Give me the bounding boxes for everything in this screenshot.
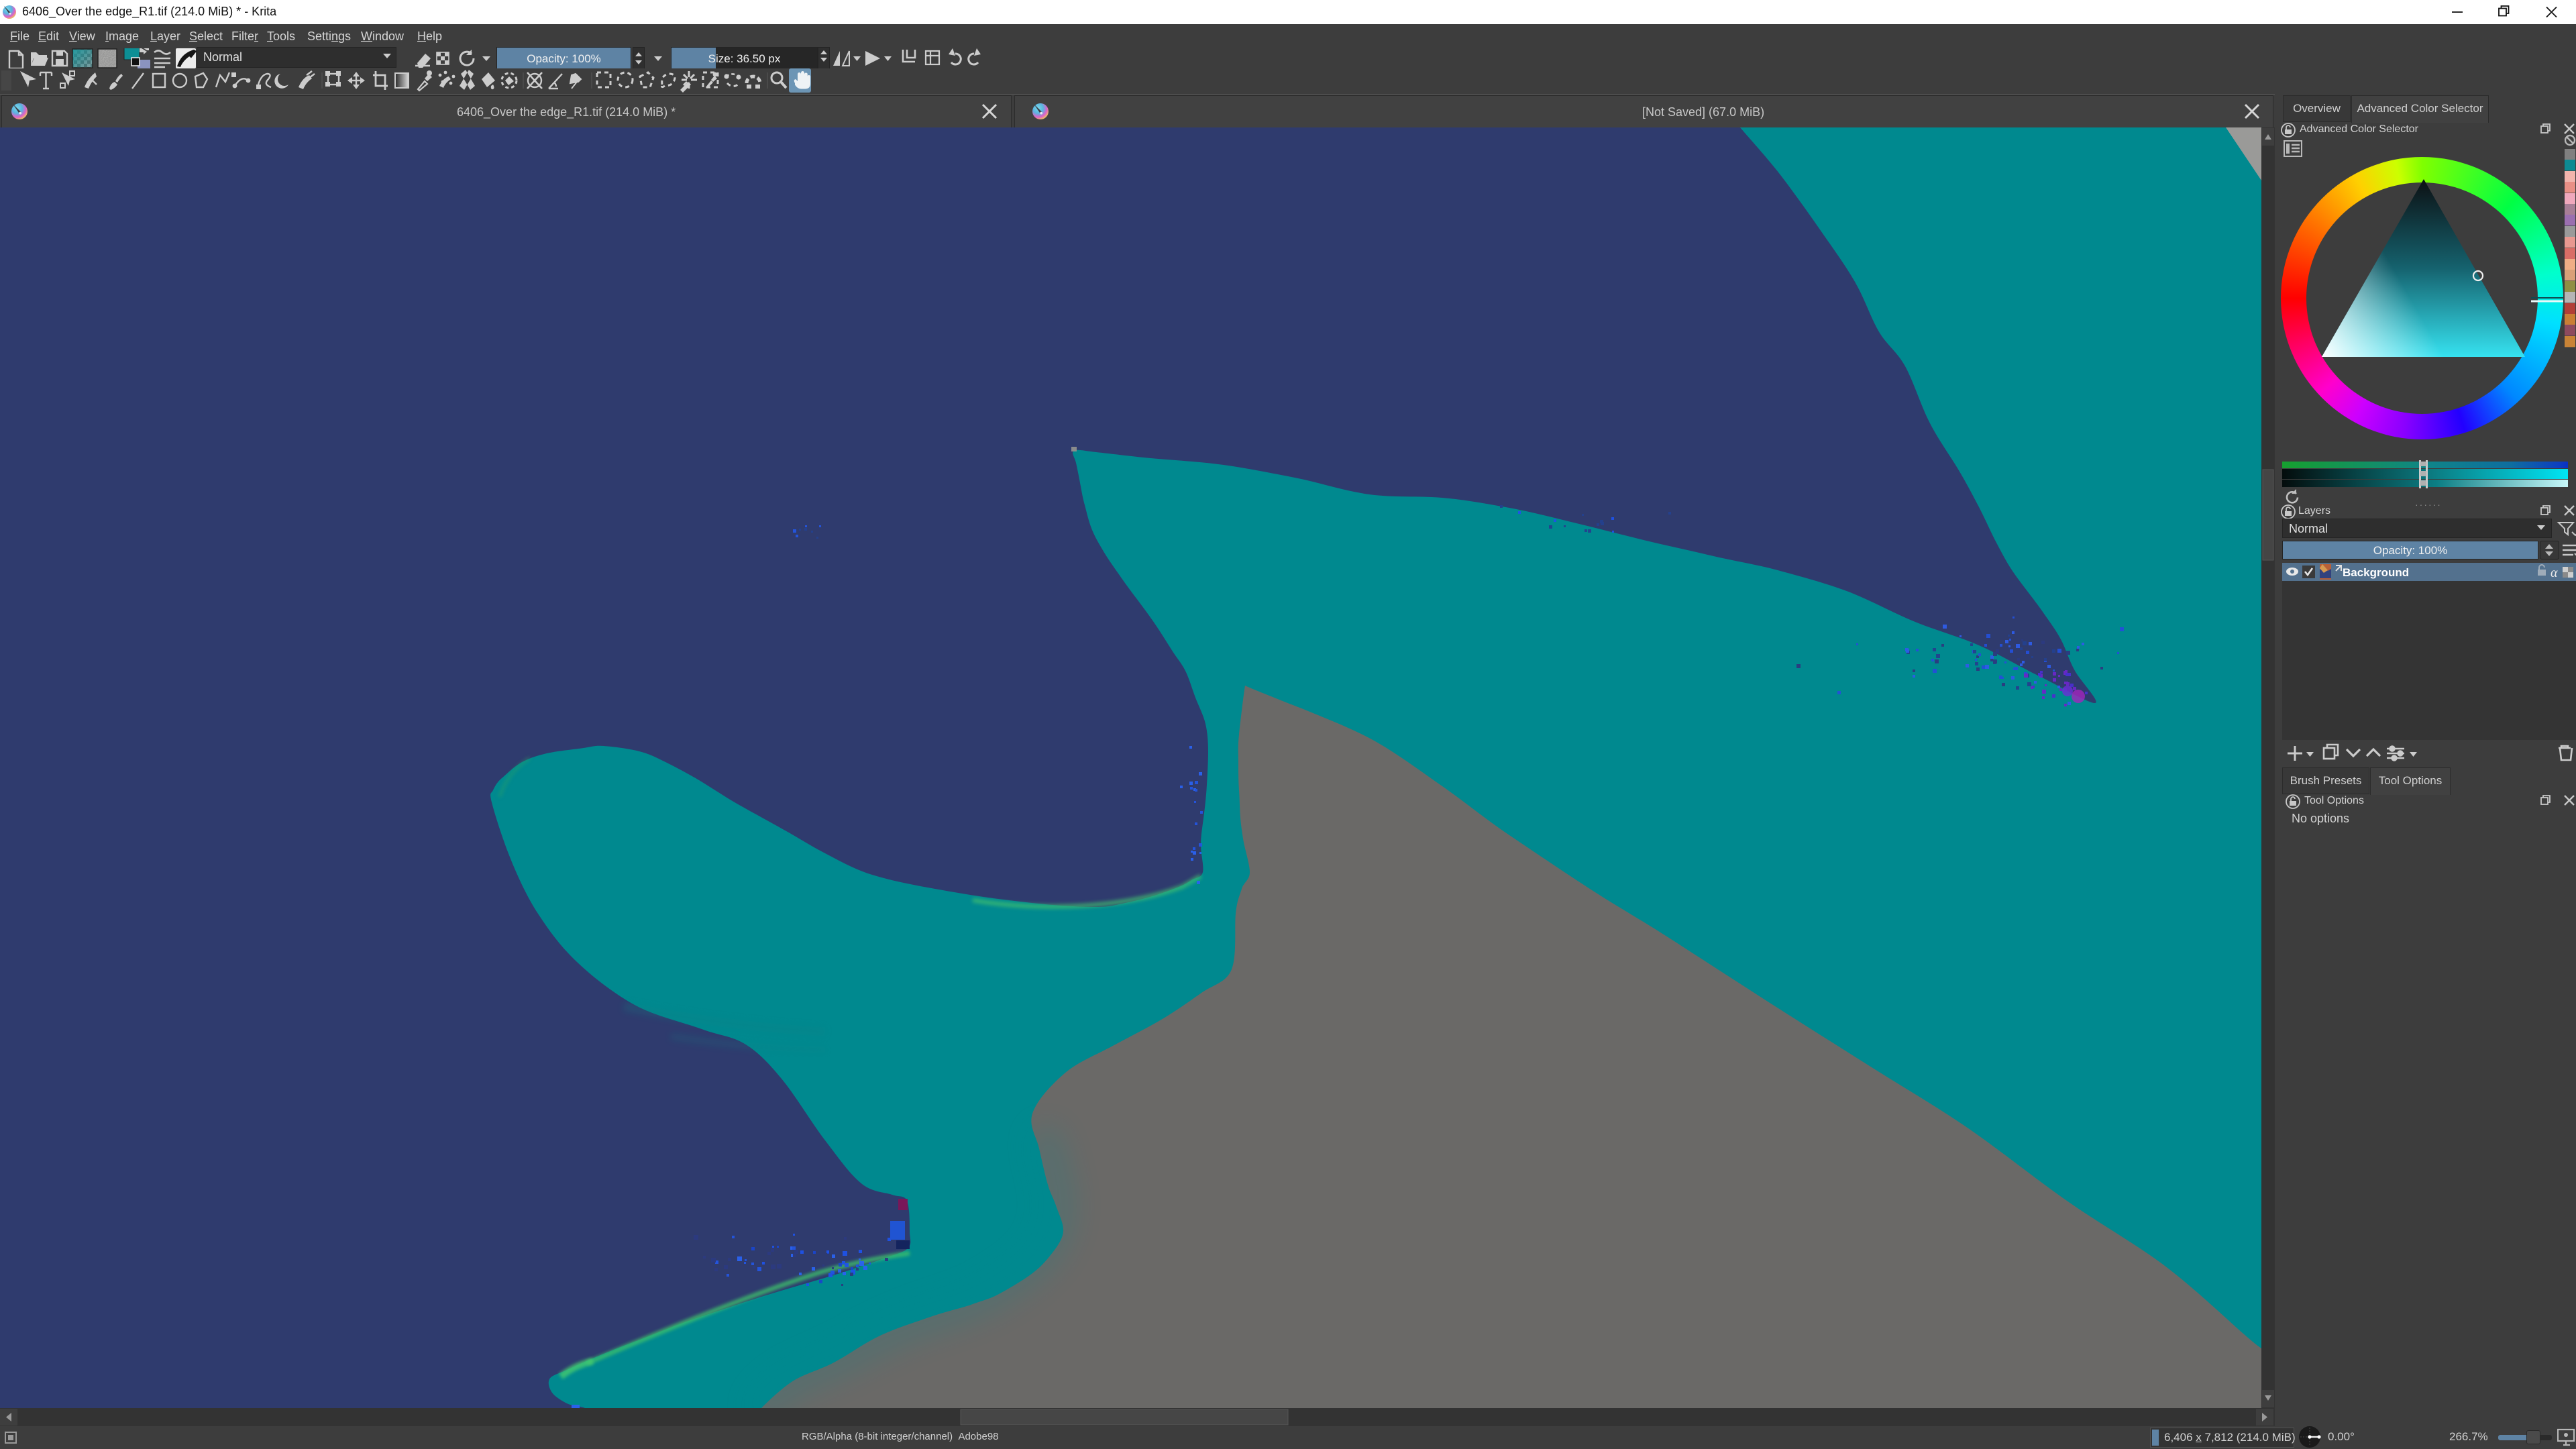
svg-text:α: α bbox=[2551, 566, 2558, 580]
svg-text:Background: Background bbox=[2343, 566, 2409, 579]
